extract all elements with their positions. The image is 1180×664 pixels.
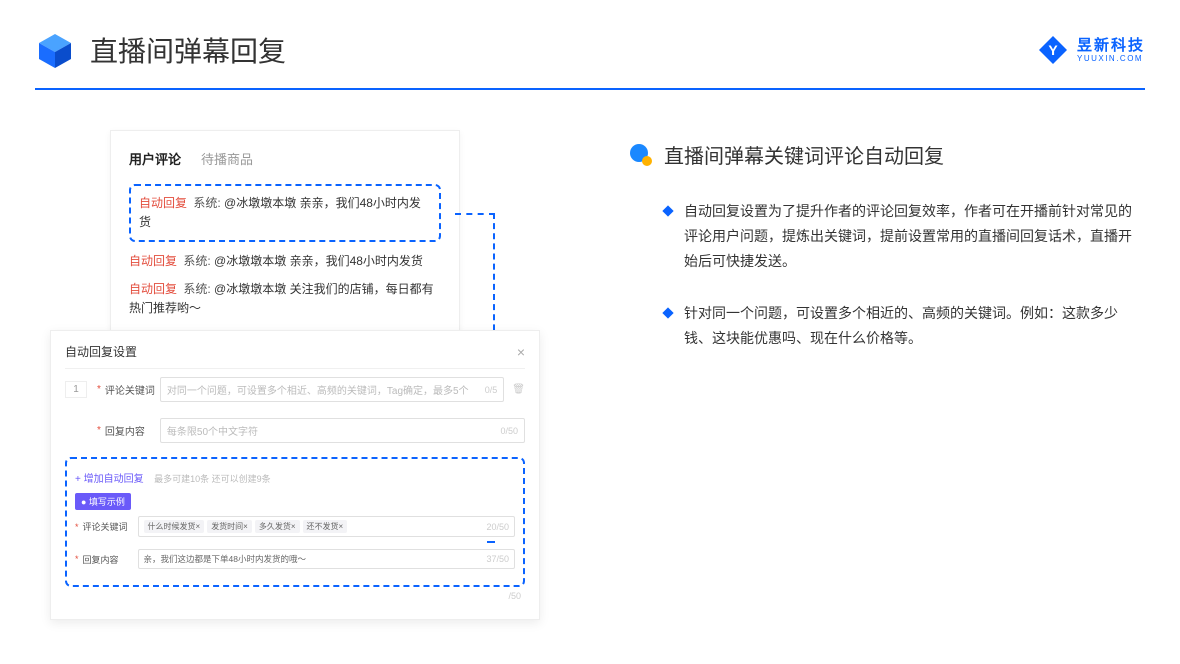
page-header: 直播间弹幕回复 Y 昱新科技 YUUXIN.COM xyxy=(0,0,1180,70)
auto-reply-tag: 自动回复 xyxy=(129,254,177,268)
bullet-text: 自动回复设置为了提升作者的评论回复效率，作者可在开播前针对常见的评论用户问题，提… xyxy=(684,199,1145,275)
required-mark: * xyxy=(97,384,101,395)
highlighted-comment: 自动回复 系统: @冰墩墩本墩 亲亲，我们48小时内发货 xyxy=(129,184,441,242)
close-icon[interactable]: × xyxy=(517,344,525,360)
bullet-item: 自动回复设置为了提升作者的评论回复效率，作者可在开播前针对常见的评论用户问题，提… xyxy=(664,199,1145,275)
brand-name-cn: 昱新科技 xyxy=(1077,38,1145,53)
placeholder-text: 对同一个问题，可设置多个相近、高频的关键词，Tag确定，最多5个 xyxy=(167,382,469,397)
settings-panel: 自动回复设置 × 1 * 评论关键词 对同一个问题，可设置多个相近、高频的关键词… xyxy=(50,330,540,620)
char-counter: 0/5 xyxy=(485,385,498,395)
section-title: 直播间弹幕关键词评论自动回复 xyxy=(664,140,944,169)
keyword-chips[interactable]: 什么时候发货× 发货时间× 多久发货× 还不发货× 20/50 xyxy=(138,516,515,537)
bullet-text: 针对同一个问题，可设置多个相近的、高频的关键词。例如：这款多少钱、这块能优惠吗、… xyxy=(684,301,1145,351)
system-tag: 系统: xyxy=(183,282,210,296)
content-label: 回复内容 xyxy=(105,423,160,438)
char-counter: 37/50 xyxy=(486,554,509,564)
example-content-input[interactable]: 亲，我们这边都是下单48小时内发货的哦～ 37/50 xyxy=(138,549,515,569)
left-column: 用户评论 待播商品 自动回复 系统: @冰墩墩本墩 亲亲，我们48小时内发货 自… xyxy=(50,130,570,377)
connector-line xyxy=(487,541,495,543)
bullet-list: 自动回复设置为了提升作者的评论回复效率，作者可在开播前针对常见的评论用户问题，提… xyxy=(630,199,1145,351)
system-tag: 系统: xyxy=(183,254,210,268)
connector-line xyxy=(455,213,495,215)
required-mark: * xyxy=(97,425,101,436)
comment-line: 自动回复 系统: @冰墩墩本墩 亲亲，我们48小时内发货 xyxy=(129,252,441,271)
brand: Y 昱新科技 YUUXIN.COM xyxy=(1037,34,1145,66)
svg-text:Y: Y xyxy=(1048,42,1058,58)
settings-title: 自动回复设置 xyxy=(65,343,137,360)
auto-reply-tag: 自动回复 xyxy=(139,196,187,210)
comment-line: 自动回复 系统: @冰墩墩本墩 关注我们的店铺，每日都有热门推荐哟～ xyxy=(129,280,441,318)
chip[interactable]: 发货时间× xyxy=(207,520,252,533)
cube-icon xyxy=(35,30,75,70)
keyword-input[interactable]: 对同一个问题，可设置多个相近、高频的关键词，Tag确定，最多5个 0/5 xyxy=(160,377,504,402)
system-tag: 系统: xyxy=(193,196,220,210)
row-number: 1 xyxy=(65,381,87,398)
example-keyword-label: 评论关键词 xyxy=(83,520,138,533)
content-row: * 回复内容 每条限50个中文字符 0/50 xyxy=(65,410,525,451)
brand-name-en: YUUXIN.COM xyxy=(1077,55,1145,63)
comment-text: @冰墩墩本墩 亲亲，我们48小时内发货 xyxy=(214,254,423,268)
diamond-icon xyxy=(662,205,673,216)
required-mark: * xyxy=(75,554,79,564)
outer-counter: /50 xyxy=(65,587,525,601)
example-content-text: 亲，我们这边都是下单48小时内发货的哦～ xyxy=(144,553,306,565)
right-column: 直播间弹幕关键词评论自动回复 自动回复设置为了提升作者的评论回复效率，作者可在开… xyxy=(570,130,1145,377)
chip[interactable]: 什么时候发货× xyxy=(144,520,205,533)
delete-icon[interactable]: 🗑 xyxy=(512,384,525,395)
section-title-row: 直播间弹幕关键词评论自动回复 xyxy=(630,140,1145,169)
keyword-label: 评论关键词 xyxy=(105,382,160,397)
example-content-label: 回复内容 xyxy=(83,553,138,566)
auto-reply-tag: 自动回复 xyxy=(129,282,177,296)
settings-header: 自动回复设置 × xyxy=(65,343,525,369)
tab-user-comments[interactable]: 用户评论 xyxy=(129,149,181,168)
add-hint: 最多可建10条 还可以创建9条 xyxy=(154,474,271,484)
char-counter: 20/50 xyxy=(486,522,509,532)
tab-pending-goods[interactable]: 待播商品 xyxy=(201,149,253,168)
brand-icon: Y xyxy=(1037,34,1069,66)
example-tag: ● 填写示例 xyxy=(75,493,131,510)
placeholder-text: 每条限50个中文字符 xyxy=(167,423,258,438)
char-counter: 0/50 xyxy=(500,426,518,436)
add-auto-reply-link[interactable]: + 增加自动回复 xyxy=(75,474,144,485)
page-title: 直播间弹幕回复 xyxy=(90,30,286,70)
required-mark: * xyxy=(75,522,79,532)
example-box: + 增加自动回复 最多可建10条 还可以创建9条 ● 填写示例 * 评论关键词 … xyxy=(65,457,525,587)
section-dot-icon xyxy=(630,144,652,166)
tabs: 用户评论 待播商品 xyxy=(129,149,441,168)
content-input[interactable]: 每条限50个中文字符 0/50 xyxy=(160,418,525,443)
example-content-row: * 回复内容 亲，我们这边都是下单48小时内发货的哦～ 37/50 xyxy=(75,543,515,575)
example-keyword-row: * 评论关键词 什么时候发货× 发货时间× 多久发货× 还不发货× 20/50 xyxy=(75,510,515,543)
keyword-row: 1 * 评论关键词 对同一个问题，可设置多个相近、高频的关键词，Tag确定，最多… xyxy=(65,369,525,410)
diamond-icon xyxy=(662,307,673,318)
chip[interactable]: 多久发货× xyxy=(255,520,300,533)
chip[interactable]: 还不发货× xyxy=(303,520,348,533)
bullet-item: 针对同一个问题，可设置多个相近的、高频的关键词。例如：这款多少钱、这块能优惠吗、… xyxy=(664,301,1145,351)
comments-panel: 用户评论 待播商品 自动回复 系统: @冰墩墩本墩 亲亲，我们48小时内发货 自… xyxy=(110,130,460,341)
